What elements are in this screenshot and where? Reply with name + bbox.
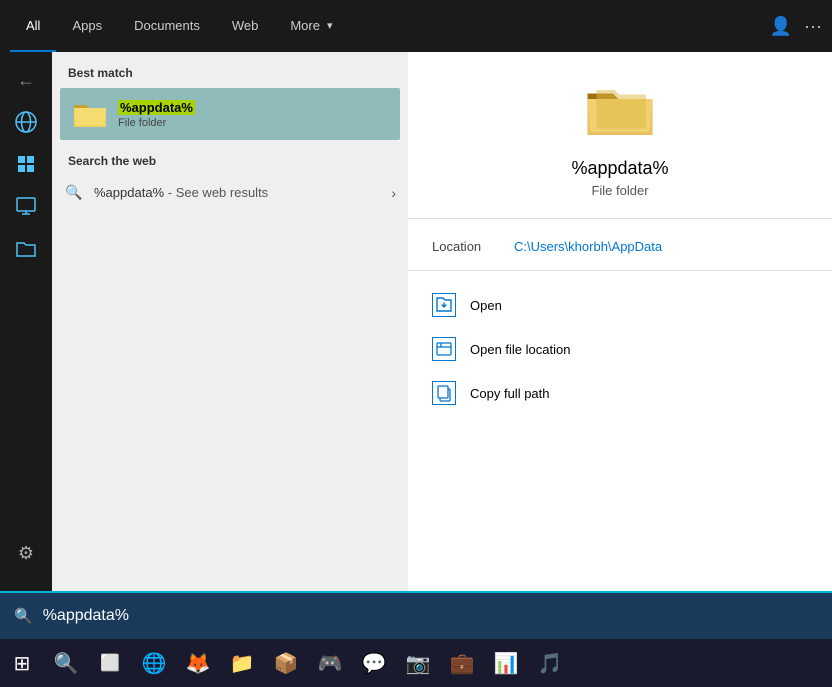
tab-apps[interactable]: Apps [56, 0, 118, 52]
location-label: Location [432, 239, 502, 254]
web-search-text: %appdata% - See web results [94, 185, 381, 200]
task-view-button[interactable]: ⬜ [88, 639, 132, 687]
back-icon[interactable]: ← [8, 62, 44, 98]
nav-right: 👤 ··· [770, 16, 822, 37]
firefox-icon[interactable]: 🦊 [176, 639, 220, 687]
location-value[interactable]: C:\Users\khorbh\AppData [514, 239, 662, 254]
detail-panel: %appdata% File folder Location C:\Users\… [408, 52, 832, 591]
sidebar-strip: ← ⚙ [0, 52, 52, 591]
search-icon: 🔍 [64, 184, 84, 201]
package-icon[interactable]: 📦 [264, 639, 308, 687]
result-item-type: File folder [118, 117, 195, 129]
top-nav: All Apps Documents Web More ▾ 👤 ··· [0, 0, 832, 52]
best-match-item[interactable]: %appdata% File folder [60, 88, 400, 140]
action-open[interactable]: Open [408, 283, 832, 327]
camera-icon[interactable]: 📷 [396, 639, 440, 687]
web-search-item[interactable]: 🔍 %appdata% - See web results › [52, 176, 408, 209]
folder-side-icon[interactable] [8, 230, 44, 266]
result-folder-icon [72, 96, 108, 132]
divider-1 [408, 218, 832, 219]
copy-path-icon [432, 381, 456, 405]
taskbar-search[interactable]: 🔍 [44, 639, 88, 687]
world-icon[interactable] [8, 104, 44, 140]
action-open-file-location[interactable]: Open file location [408, 327, 832, 371]
tab-documents[interactable]: Documents [118, 0, 216, 52]
action-copy-full-path[interactable]: Copy full path [408, 371, 832, 415]
main-area: Best match %appdata% File folder Search … [52, 52, 832, 591]
chevron-down-icon: ▾ [327, 19, 333, 32]
file-location-label: Open file location [470, 342, 570, 357]
start-button[interactable]: ⊞ [0, 639, 44, 687]
monitor-icon[interactable] [8, 188, 44, 224]
arrow-right-icon: › [391, 185, 396, 201]
web-search-label: Search the web [52, 140, 408, 176]
edge-icon[interactable]: 🌐 [132, 639, 176, 687]
divider-2 [408, 270, 832, 271]
file-explorer-icon[interactable]: 📁 [220, 639, 264, 687]
detail-folder-icon [584, 82, 656, 142]
search-box-bar: 🔍 [0, 591, 832, 639]
taskbar: ⊞ 🔍 ⬜ 🌐 🦊 📁 📦 🎮 💬 📷 💼 📊 🎵 [0, 639, 832, 687]
ellipsis-icon[interactable]: ··· [804, 16, 822, 37]
result-item-name: %appdata% [118, 100, 195, 115]
tab-more[interactable]: More ▾ [274, 0, 348, 52]
best-match-label: Best match [52, 52, 408, 88]
chart-icon[interactable]: 📊 [484, 639, 528, 687]
open-label: Open [470, 298, 502, 313]
search-input[interactable] [43, 607, 818, 625]
store-icon[interactable] [8, 146, 44, 182]
tab-web[interactable]: Web [216, 0, 275, 52]
file-location-icon [432, 337, 456, 361]
detail-location: Location C:\Users\khorbh\AppData [408, 231, 832, 262]
music-icon[interactable]: 🎵 [528, 639, 572, 687]
search-box-icon: 🔍 [14, 607, 33, 625]
gear-icon[interactable]: ⚙ [8, 535, 44, 571]
copy-full-path-label: Copy full path [470, 386, 550, 401]
open-icon [432, 293, 456, 317]
results-panel: Best match %appdata% File folder Search … [52, 52, 408, 591]
tab-all[interactable]: All [10, 0, 56, 52]
detail-type: File folder [591, 183, 648, 198]
game-icon[interactable]: 🎮 [308, 639, 352, 687]
detail-actions: Open Open file location [408, 279, 832, 419]
briefcase-icon[interactable]: 💼 [440, 639, 484, 687]
detail-name: %appdata% [571, 158, 668, 179]
result-item-text: %appdata% File folder [118, 99, 195, 129]
detail-icon-area [584, 52, 656, 158]
chat-icon[interactable]: 💬 [352, 639, 396, 687]
person-icon[interactable]: 👤 [770, 16, 792, 37]
